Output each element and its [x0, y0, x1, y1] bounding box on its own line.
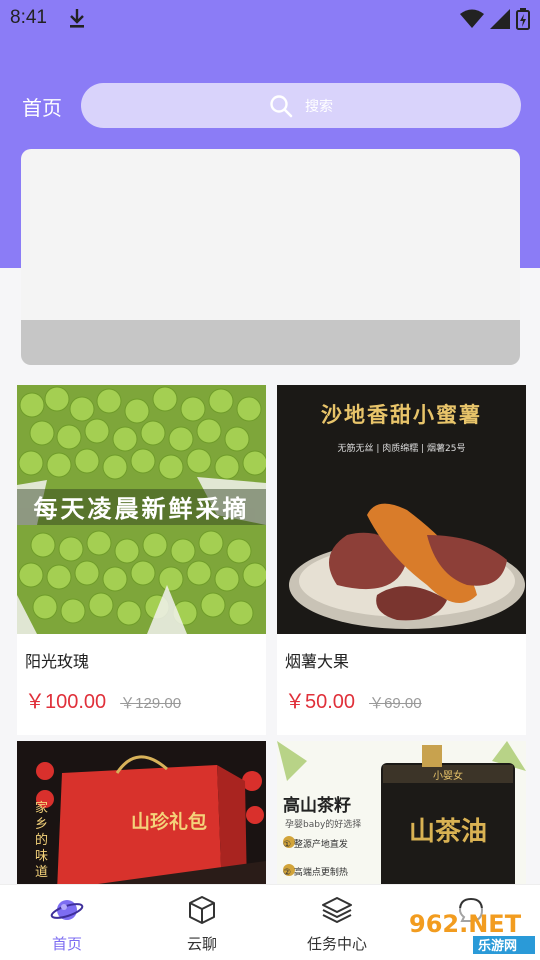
watermark-logo: 962.NET 乐游网 [403, 906, 537, 956]
page-title: 首页 [22, 96, 62, 120]
search-bar[interactable]: 搜索 [81, 83, 521, 128]
battery-icon [516, 8, 530, 30]
product-image-tag: ① 整源产地直发 [283, 840, 348, 850]
signal-icon [490, 9, 510, 29]
product-image-caption: 山珍礼包 [130, 811, 207, 833]
banner-bottom-strip [21, 320, 520, 365]
tab-label: 任务中心 [306, 935, 367, 953]
product-image-caption: 每天凌晨新鲜采摘 [33, 495, 250, 523]
status-time: 8:41 [10, 7, 47, 28]
tab-cloud-chat[interactable]: 云聊 [147, 895, 257, 954]
tab-home[interactable]: 首页 [12, 895, 122, 954]
tab-task-center[interactable]: 任务中心 [282, 895, 392, 954]
product-image-subcaption: 无筋无丝 | 肉质绵糯 | 烟薯25号 [337, 444, 466, 454]
product-name: 阳光玫瑰 [25, 652, 90, 671]
product-original-price: ￥129.00 [120, 695, 182, 712]
product-price: ￥50.00 [285, 691, 356, 713]
product-price: ￥100.00 [25, 691, 107, 713]
price-row: ￥100.00 ￥129.00 [25, 685, 181, 714]
search-placeholder: 搜索 [305, 98, 333, 115]
product-original-price: ￥69.00 [369, 695, 422, 712]
product-card[interactable]: 每天凌晨新鲜采摘 阳光玫瑰 ￥100.00 ￥129.00 [17, 385, 266, 735]
product-card[interactable]: 高山茶籽 孕婴baby的好选择 ① 整源产地直发 ② 高端点更制热 小婴女 山茶… [277, 741, 526, 901]
product-image-tag: ② 高端点更制热 [283, 868, 348, 878]
product-image-subcaption: 孕婴baby的好选择 [285, 820, 362, 830]
product-card[interactable]: 沙地香甜小蜜薯 无筋无丝 | 肉质绵糯 | 烟薯25号 烟薯大果 ￥50.00 … [277, 385, 526, 735]
product-image-grapes: 每天凌晨新鲜采摘 [17, 385, 266, 634]
layers-icon [322, 897, 352, 923]
product-image-sweet-potato: 沙地香甜小蜜薯 无筋无丝 | 肉质绵糯 | 烟薯25号 [277, 385, 526, 634]
product-image-caption: 沙地香甜小蜜薯 [321, 403, 482, 427]
watermark-text: 962.NET [409, 910, 522, 938]
tab-label: 首页 [51, 935, 82, 953]
status-icons [460, 8, 530, 30]
watermark-sub: 乐游网 [478, 938, 517, 954]
product-card[interactable]: 山珍礼包 家乡的味道 [17, 741, 266, 901]
product-image-can-text: 山茶油 [408, 817, 487, 847]
product-image-camellia-oil: 高山茶籽 孕婴baby的好选择 ① 整源产地直发 ② 高端点更制热 小婴女 山茶… [277, 741, 526, 901]
product-name: 烟薯大果 [285, 652, 350, 671]
product-image-gift-box: 山珍礼包 家乡的味道 [17, 741, 266, 901]
wifi-icon [460, 9, 484, 28]
tab-label: 云聊 [186, 935, 217, 953]
product-image-brand: 小婴女 [433, 771, 463, 782]
product-image-caption: 高山茶籽 [283, 796, 351, 816]
status-bar: 8:41 [0, 0, 540, 36]
cube-icon [189, 896, 215, 924]
product-image-side-text: 家乡的味道 [35, 801, 49, 880]
price-row: ￥50.00 ￥69.00 [285, 685, 422, 714]
download-icon [70, 9, 84, 28]
banner-carousel[interactable] [21, 149, 520, 365]
search-icon [270, 94, 293, 117]
planet-icon [50, 900, 84, 920]
